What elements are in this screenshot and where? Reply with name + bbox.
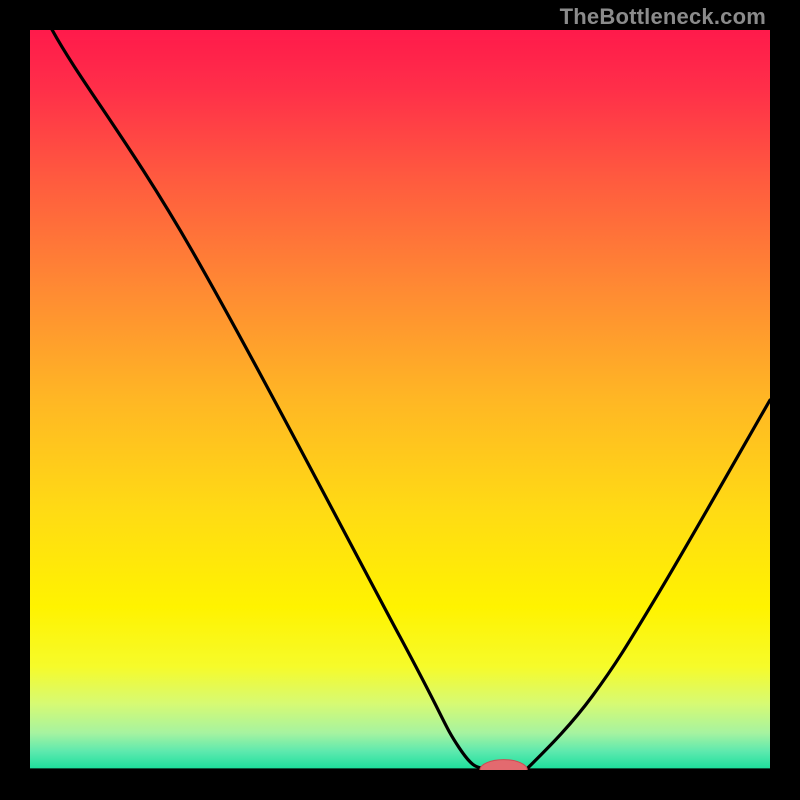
- bottleneck-curve-chart: [30, 30, 770, 770]
- chart-frame: TheBottleneck.com: [0, 0, 800, 800]
- watermark-text: TheBottleneck.com: [560, 4, 766, 30]
- plot-area: [30, 30, 770, 770]
- gradient-background: [30, 30, 770, 770]
